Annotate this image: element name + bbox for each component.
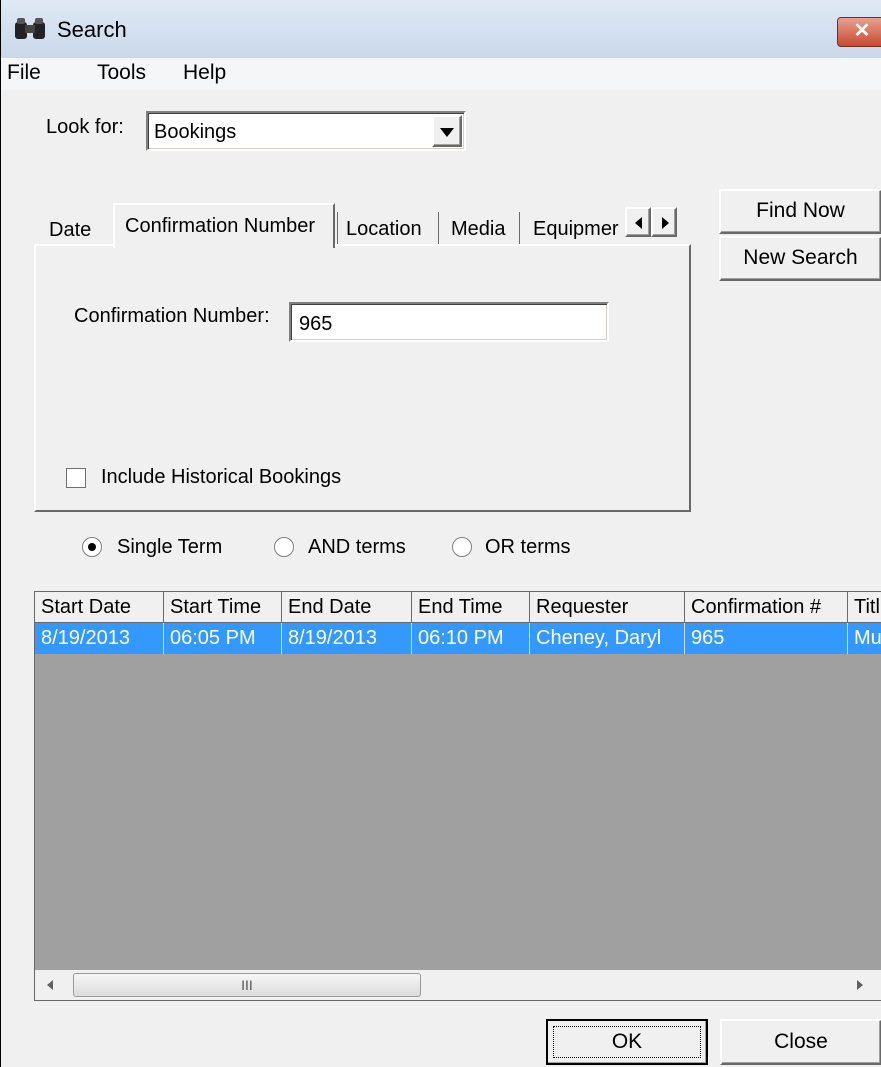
- cell-confirmation: 965: [685, 623, 848, 654]
- column-header-requester[interactable]: Requester: [530, 592, 685, 623]
- focus-rectangle: [553, 1026, 701, 1058]
- tab-location[interactable]: Location: [346, 218, 422, 254]
- radio-selected-dot: [88, 543, 96, 551]
- look-for-label: Look for:: [46, 116, 124, 138]
- radio-single-term-label: Single Term: [117, 536, 223, 558]
- radio-or-terms[interactable]: [452, 537, 472, 557]
- grip-icon: III: [241, 977, 253, 993]
- look-for-select[interactable]: Bookings: [146, 111, 466, 151]
- close-icon: ✕: [853, 20, 871, 42]
- scroll-left-icon[interactable]: [47, 980, 53, 990]
- column-header-confirmation[interactable]: Confirmation #: [685, 592, 848, 623]
- ok-button[interactable]: OK: [546, 1019, 708, 1065]
- cell-end-time: 06:10 PM: [412, 623, 530, 654]
- cell-requester: Cheney, Daryl: [530, 623, 685, 654]
- confirmation-number-value: 965: [299, 313, 333, 335]
- column-header-title[interactable]: Titl: [848, 592, 881, 623]
- radio-single-term[interactable]: [82, 537, 102, 557]
- horizontal-scrollbar[interactable]: III: [35, 970, 881, 1000]
- tab-divider: [519, 212, 520, 244]
- menu-help[interactable]: Help: [183, 61, 226, 85]
- radio-or-terms-label: OR terms: [485, 536, 571, 558]
- cell-end-date: 8/19/2013: [282, 623, 412, 654]
- scrollbar-thumb[interactable]: III: [73, 973, 421, 997]
- tab-confirmation-number[interactable]: Confirmation Number: [113, 203, 335, 248]
- tab-scroll-right-button[interactable]: [651, 207, 677, 237]
- column-header-start-date[interactable]: Start Date: [35, 592, 164, 623]
- close-label: Close: [774, 1030, 828, 1053]
- confirmation-number-label: Confirmation Number:: [74, 305, 270, 327]
- include-historical-label: Include Historical Bookings: [101, 466, 342, 488]
- title-bar[interactable]: Search ✕: [1, 0, 881, 58]
- column-header-end-date[interactable]: End Date: [282, 592, 412, 623]
- new-search-label: New Search: [743, 246, 858, 269]
- tab-date[interactable]: Date: [49, 219, 91, 255]
- radio-and-terms[interactable]: [274, 537, 294, 557]
- column-header-start-time[interactable]: Start Time: [164, 592, 282, 623]
- scroll-right-icon[interactable]: [857, 980, 863, 990]
- cell-title: Mu: [848, 623, 881, 654]
- close-window-button[interactable]: ✕: [837, 17, 881, 47]
- find-now-label: Find Now: [756, 199, 845, 222]
- tab-confirmation-number-label: Confirmation Number: [125, 215, 316, 237]
- window-title: Search: [57, 17, 127, 42]
- arrow-right-icon: [662, 217, 669, 229]
- new-search-button[interactable]: New Search: [719, 236, 881, 281]
- tab-equipment[interactable]: Equipmer: [533, 218, 625, 254]
- menu-tools[interactable]: Tools: [97, 61, 146, 85]
- look-for-dropdown-button[interactable]: [432, 115, 462, 147]
- menu-bar: File Tools Help: [1, 58, 881, 90]
- arrow-left-icon: [635, 217, 642, 229]
- column-header-end-time[interactable]: End Time: [412, 592, 530, 623]
- grid-header: Start Date Start Time End Date End Time …: [35, 592, 881, 623]
- confirmation-number-field[interactable]: 965: [289, 302, 609, 342]
- radio-and-terms-label: AND terms: [308, 536, 406, 558]
- include-historical-checkbox[interactable]: [66, 468, 86, 488]
- search-window: Search ✕ File Tools Help Look for: Booki…: [0, 0, 881, 1067]
- tab-divider: [337, 212, 338, 244]
- look-for-value: Bookings: [154, 121, 237, 143]
- cell-start-date: 8/19/2013: [35, 623, 164, 654]
- tab-scroll-left-button[interactable]: [625, 207, 651, 237]
- find-now-button[interactable]: Find Now: [719, 189, 881, 234]
- close-button[interactable]: Close: [720, 1019, 881, 1065]
- binoculars-icon: [15, 18, 45, 39]
- cell-start-time: 06:05 PM: [164, 623, 282, 654]
- menu-file[interactable]: File: [7, 61, 41, 85]
- table-row[interactable]: 8/19/2013 06:05 PM 8/19/2013 06:10 PM Ch…: [35, 623, 881, 654]
- chevron-down-icon: [440, 128, 454, 137]
- tab-media[interactable]: Media: [451, 218, 505, 254]
- tab-divider: [438, 212, 439, 244]
- results-grid[interactable]: Start Date Start Time End Date End Time …: [34, 591, 881, 1001]
